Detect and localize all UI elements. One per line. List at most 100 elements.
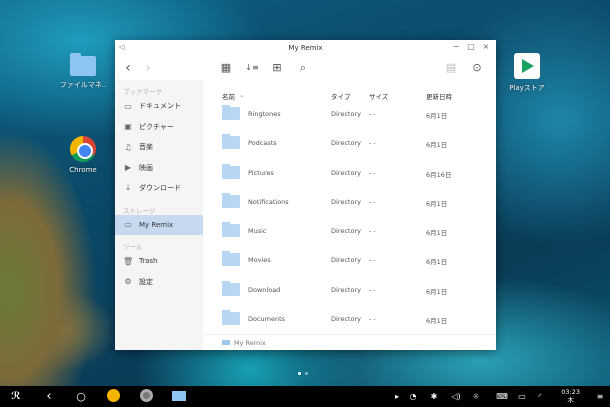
movie-icon: ▶ bbox=[124, 163, 132, 173]
sidebar: ブックマーク ▭ ドキュメント ▣ ピクチャー ♫ 音楽 ▶ 映画 ⤓ ダウンロ… bbox=[115, 80, 203, 350]
file-manager-app-icon[interactable] bbox=[171, 389, 187, 406]
file-type: Directory bbox=[331, 139, 361, 148]
download-icon: ⤓ bbox=[126, 183, 130, 193]
desktop-icon-file-manager[interactable]: ファイルマネ.. bbox=[53, 53, 113, 90]
file-size: - - bbox=[369, 256, 376, 265]
file-modified: 6月1日 bbox=[426, 229, 448, 238]
file-size: - - bbox=[369, 285, 376, 294]
file-row[interactable]: Documents Directory - - 6月1日 bbox=[203, 303, 496, 332]
chrome-icon bbox=[70, 136, 96, 162]
maximize-button[interactable]: □ bbox=[465, 42, 477, 51]
picture-icon: ▣ bbox=[124, 122, 132, 132]
sidebar-item-downloads[interactable]: ⤓ ダウンロード bbox=[115, 178, 203, 199]
desktop-icon-chrome[interactable]: Chrome bbox=[53, 136, 113, 174]
sidebar-item-movies[interactable]: ▶ 映画 bbox=[115, 158, 203, 179]
sidebar-item-music[interactable]: ♫ 音楽 bbox=[115, 137, 203, 158]
clock[interactable]: 03:23 木 bbox=[561, 388, 580, 404]
file-type: Directory bbox=[331, 227, 361, 236]
file-name: Documents bbox=[248, 315, 286, 324]
file-row[interactable]: Notifications Directory - - 6月1日 bbox=[203, 186, 496, 215]
desktop-icon-label: Chrome bbox=[69, 166, 97, 174]
file-name: Podcasts bbox=[248, 139, 277, 148]
folder-icon bbox=[222, 310, 240, 326]
file-manager-window: ◁ My Remix − □ × ‹ › ▦ ↓≡ ⊞ ⌕ ▤ ⊙ ブックマーク… bbox=[115, 40, 496, 350]
window-titlebar[interactable]: ◁ My Remix − □ × bbox=[115, 40, 496, 56]
status-path[interactable]: My Remix bbox=[234, 339, 266, 347]
file-type: Directory bbox=[331, 285, 361, 294]
folder-icon bbox=[222, 105, 240, 120]
sidebar-item-label: My Remix bbox=[139, 220, 174, 229]
file-type: Directory bbox=[331, 197, 361, 206]
file-row[interactable]: Pictures Directory - - 6月16日 bbox=[203, 157, 496, 186]
select-icon[interactable]: ⊙ bbox=[470, 61, 484, 75]
file-size: - - bbox=[369, 110, 376, 118]
remix-logo-icon[interactable]: ℛ bbox=[8, 389, 24, 404]
sidebar-item-settings[interactable]: ⚙ 設定 bbox=[115, 272, 203, 293]
file-size: - - bbox=[369, 227, 376, 236]
desktop-icon-play-store[interactable]: Playストア bbox=[497, 53, 557, 93]
keyboard-icon[interactable]: ⌨ bbox=[494, 389, 510, 404]
folder-icon bbox=[222, 340, 230, 345]
back-nav-icon[interactable]: ‹ bbox=[41, 389, 57, 404]
forward-button[interactable]: › bbox=[141, 61, 155, 75]
sidebar-item-label: 設定 bbox=[139, 277, 153, 286]
clipboard-icon[interactable]: ▤ bbox=[444, 61, 458, 75]
minimize-button[interactable]: − bbox=[450, 42, 462, 51]
sidebar-section-storage: ストレージ bbox=[123, 206, 156, 215]
file-row[interactable]: Movies Directory - - 6月1日 bbox=[203, 244, 496, 273]
page-dot[interactable] bbox=[298, 372, 301, 375]
home-nav-icon[interactable]: ○ bbox=[73, 389, 89, 404]
file-modified: 6月1日 bbox=[426, 287, 448, 296]
clock-time: 03:23 bbox=[561, 388, 580, 396]
status-bar: My Remix bbox=[203, 334, 496, 350]
sidebar-item-label: 映画 bbox=[139, 163, 153, 172]
desktop-icon-label: ファイルマネ.. bbox=[59, 81, 107, 89]
sidebar-item-label: 音楽 bbox=[139, 143, 153, 152]
file-row[interactable]: Music Directory - - 6月1日 bbox=[203, 215, 496, 244]
file-row[interactable]: Ringtones Directory - - 6月1日 bbox=[203, 98, 496, 127]
file-type: Directory bbox=[331, 110, 361, 118]
sort-icon[interactable]: ↓≡ bbox=[245, 61, 259, 75]
window-title: My Remix bbox=[288, 44, 323, 52]
notifications-icon[interactable]: ≡ bbox=[592, 389, 608, 404]
file-modified: 6月1日 bbox=[426, 141, 448, 150]
folder-icon bbox=[222, 222, 240, 238]
expand-tray-icon[interactable]: ▸ bbox=[389, 389, 405, 404]
file-row[interactable]: Podcasts Directory - - 6月1日 bbox=[203, 127, 496, 156]
notes-app-icon[interactable] bbox=[105, 389, 121, 407]
desktop-icon-label: Playストア bbox=[509, 84, 545, 92]
toolbar: ‹ › ▦ ↓≡ ⊞ ⌕ ▤ ⊙ bbox=[115, 56, 496, 80]
file-type: Directory bbox=[331, 315, 361, 324]
sidebar-item-documents[interactable]: ▭ ドキュメント bbox=[115, 96, 203, 117]
sidebar-item-trash[interactable]: 🗑 Trash bbox=[115, 251, 203, 272]
sidebar-item-pictures[interactable]: ▣ ピクチャー bbox=[115, 117, 203, 138]
file-row[interactable]: Download Directory - - 6月1日 bbox=[203, 274, 496, 303]
search-icon[interactable]: ⌕ bbox=[296, 61, 310, 75]
back-button[interactable]: ‹ bbox=[121, 61, 135, 75]
music-icon: ♫ bbox=[124, 142, 132, 152]
close-button[interactable]: × bbox=[480, 42, 492, 51]
new-folder-icon[interactable]: ⊞ bbox=[270, 61, 284, 75]
bluetooth-icon[interactable]: ✱ bbox=[426, 389, 442, 404]
document-icon: ▭ bbox=[124, 101, 132, 111]
brightness-icon[interactable]: ☼ bbox=[468, 389, 484, 404]
file-list: 名前 ⌄ タイプ サイズ 更新日時 Ringtones Directory - - 6… bbox=[203, 80, 496, 350]
column-header-row: 名前 ⌄ タイプ サイズ 更新日時 bbox=[203, 80, 496, 101]
wifi-icon[interactable]: ◜ bbox=[532, 389, 548, 404]
settings-app-icon[interactable] bbox=[138, 389, 154, 407]
sidebar-item-label: ピクチャー bbox=[139, 122, 174, 131]
folder-icon bbox=[222, 134, 240, 150]
file-name: Download bbox=[248, 285, 281, 294]
taskbar: ℛ ‹ ○ ▸ ◔ ✱ ◁) ☼ ⌨ ▭ ◜ 03:23 木 ≡ bbox=[0, 386, 610, 407]
page-dot[interactable] bbox=[305, 372, 308, 375]
page-indicator bbox=[298, 360, 312, 379]
grid-view-icon[interactable]: ▦ bbox=[219, 61, 233, 75]
sidebar-item-label: ドキュメント bbox=[139, 102, 181, 111]
volume-icon[interactable]: ◁) bbox=[448, 389, 464, 404]
speedometer-icon[interactable]: ◔ bbox=[405, 389, 421, 404]
battery-icon[interactable]: ▭ bbox=[514, 389, 530, 404]
file-name: Music bbox=[248, 227, 267, 236]
file-name: Movies bbox=[248, 256, 271, 265]
sidebar-item-label: Trash bbox=[139, 257, 158, 266]
sidebar-item-my-remix[interactable]: ▭ My Remix bbox=[115, 214, 203, 235]
